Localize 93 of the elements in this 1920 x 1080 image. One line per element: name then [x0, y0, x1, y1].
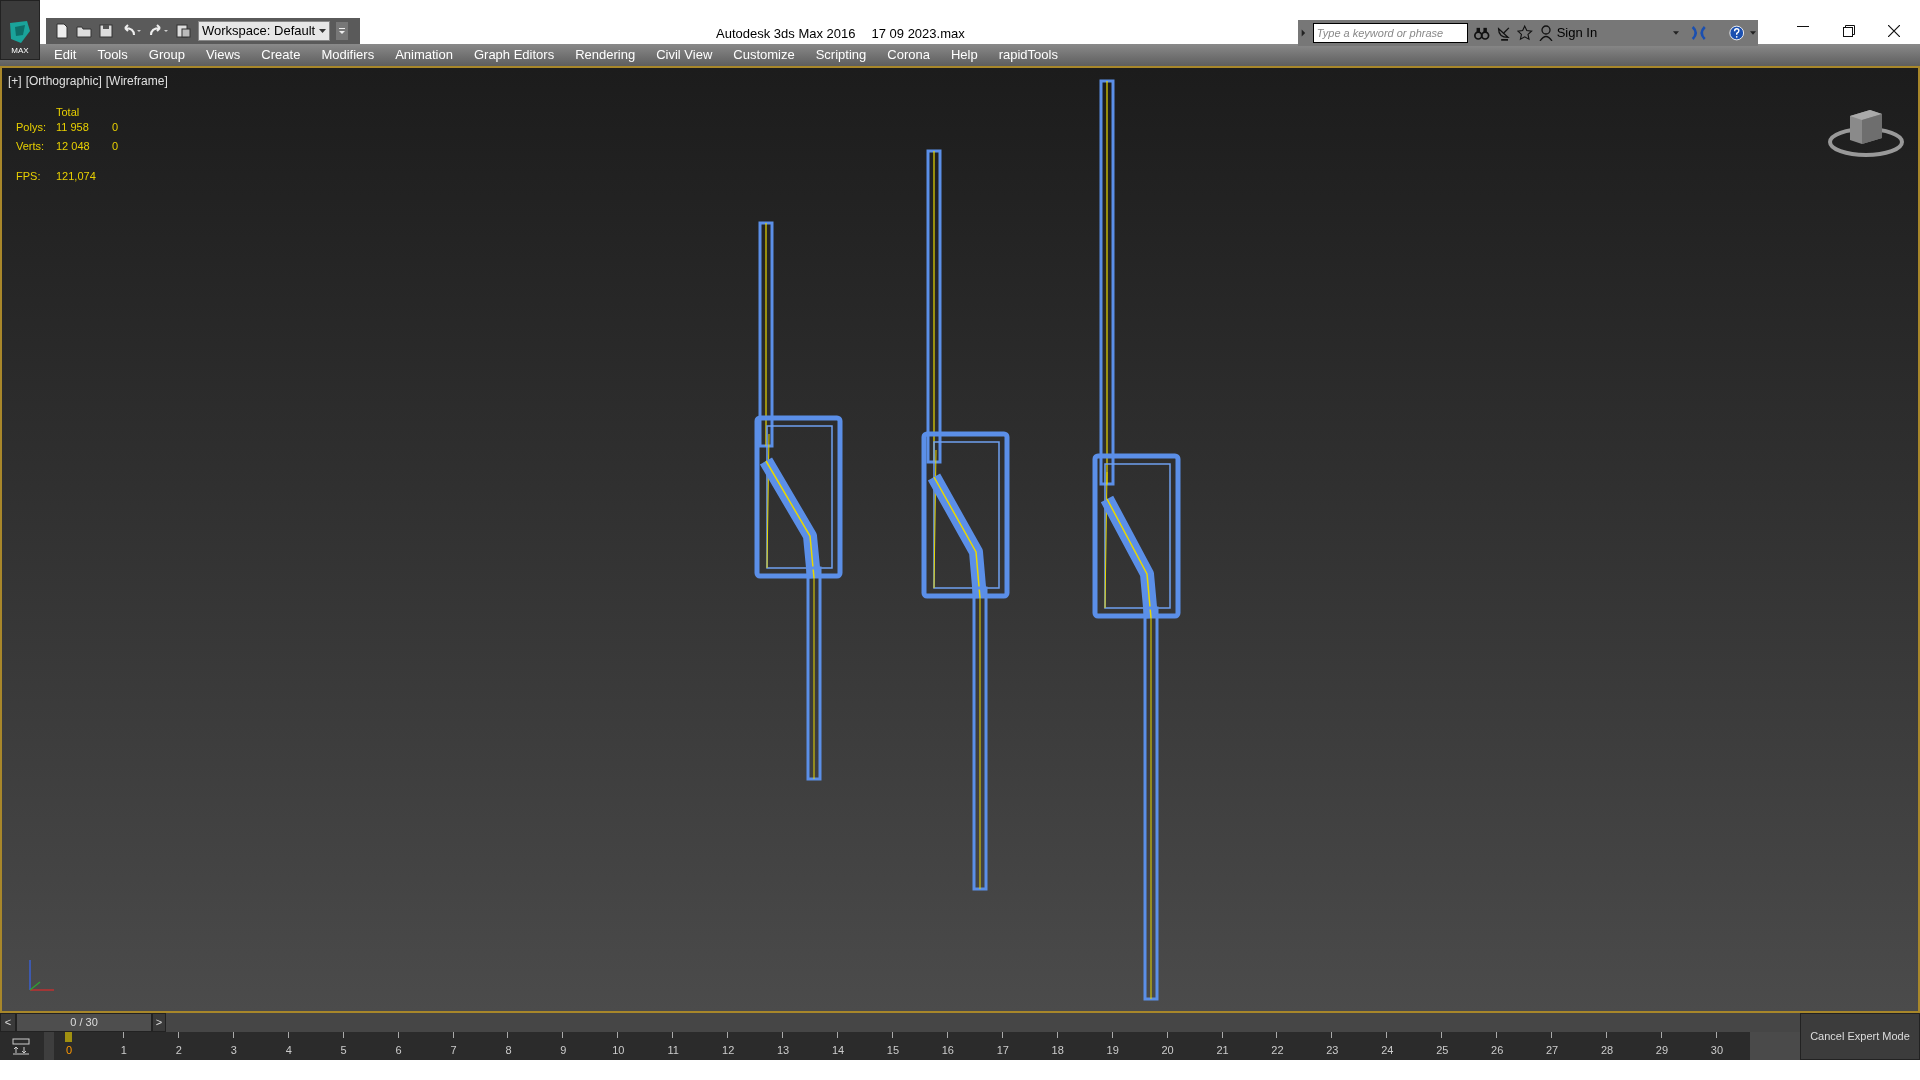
frame-number: 14	[831, 1043, 845, 1058]
minimize-icon[interactable]	[1797, 26, 1809, 28]
frame-number: 30	[1710, 1043, 1723, 1058]
menu-item[interactable]: Group	[148, 45, 185, 65]
stat-label: Polys:	[16, 120, 47, 135]
window-title: Autodesk 3ds Max 2016	[716, 25, 856, 43]
dropdown-arrow-icon[interactable]	[1673, 31, 1680, 35]
cancel-expert-mode-button[interactable]: Cancel Expert Mode	[1800, 1013, 1920, 1060]
frame-number: 28	[1600, 1043, 1614, 1058]
stat-label: FPS:	[16, 169, 42, 184]
frame-number: 11	[667, 1043, 679, 1058]
menu-item[interactable]: Graph Editors	[473, 45, 555, 65]
logo-icon	[7, 19, 33, 45]
frame-number: 26	[1491, 1043, 1504, 1058]
next-frame-button[interactable]: >	[152, 1013, 166, 1032]
menu-item[interactable]: Help	[950, 45, 978, 65]
search-field[interactable]: Type a keyword or phrase	[1312, 23, 1469, 43]
frame-number: 21	[1216, 1043, 1229, 1058]
stat-value: 0	[112, 138, 119, 154]
frame-number: 22	[1271, 1043, 1284, 1058]
frame-number: 23	[1326, 1043, 1339, 1058]
frame-number: 16	[941, 1043, 954, 1058]
viewport-label[interactable]: [+]	[8, 72, 22, 90]
project-folder-icon[interactable]	[176, 23, 192, 39]
menu-item[interactable]: rapidTools	[998, 45, 1058, 65]
frame-number: 25	[1436, 1043, 1449, 1058]
user-icon	[1538, 25, 1553, 41]
expand-arrow-icon[interactable]	[1300, 28, 1307, 38]
satellite-dish-icon[interactable]	[1495, 24, 1512, 42]
restore-icon[interactable]	[1843, 25, 1855, 37]
current-frame-marker[interactable]	[65, 1032, 72, 1042]
wireframe-object[interactable]	[921, 149, 1010, 891]
dropdown-arrow-icon[interactable]	[1750, 31, 1756, 35]
frame-number: 10	[612, 1043, 625, 1058]
app-button-label: MAX	[11, 47, 29, 55]
stat-value: 12 048	[56, 138, 91, 154]
key-filter-icon[interactable]	[12, 1037, 30, 1055]
help-icon[interactable]	[1728, 24, 1744, 42]
star-icon[interactable]	[1517, 24, 1533, 42]
frame-number: 7	[450, 1043, 457, 1058]
save-icon[interactable]	[98, 23, 114, 39]
frame-number: 3	[230, 1043, 237, 1058]
menu-item[interactable]: Corona	[887, 45, 930, 65]
menu-item[interactable]: Edit	[54, 45, 77, 65]
frame-number: 5	[340, 1043, 347, 1058]
menu-item[interactable]: Scripting	[815, 45, 867, 65]
menu-item[interactable]: Modifiers	[321, 45, 375, 65]
stat-label: Verts:	[16, 138, 46, 154]
menu-item[interactable]: Create	[261, 45, 301, 65]
sign-in-button[interactable]: Sign In	[1538, 23, 1598, 43]
frame-number: 17	[996, 1043, 1009, 1058]
stat-value: 121,074	[56, 169, 96, 184]
time-slider-thumb[interactable]: 0 / 30	[16, 1013, 152, 1032]
frame-number: 24	[1381, 1043, 1394, 1058]
frame-number: 20	[1161, 1043, 1174, 1058]
frame-number: 8	[505, 1043, 512, 1058]
frame-number: 0	[65, 1043, 73, 1058]
viewport-label[interactable]: [Wireframe]	[105, 72, 168, 90]
workspace-dropdown[interactable]: Workspace: Default	[198, 21, 330, 41]
customize-toolbar-icon[interactable]	[336, 22, 348, 40]
file-name: 17 09 2023.max	[871, 25, 965, 43]
frame-number: 29	[1655, 1043, 1669, 1058]
stats-header: Total	[56, 105, 80, 120]
frame-number: 19	[1106, 1043, 1119, 1058]
frame-number: 4	[285, 1043, 292, 1058]
frame-number: 18	[1051, 1043, 1064, 1058]
wireframe-object[interactable]	[754, 221, 843, 781]
open-folder-icon[interactable]	[76, 23, 92, 39]
menu-item[interactable]: Rendering	[575, 45, 636, 65]
new-file-icon[interactable]	[54, 23, 70, 39]
stat-value: 11 958	[56, 120, 90, 135]
frame-number: 2	[175, 1043, 182, 1058]
menu-item[interactable]: Tools	[97, 45, 128, 65]
frame-number: 27	[1546, 1043, 1559, 1058]
menu-item[interactable]: Customize	[733, 45, 795, 65]
close-icon[interactable]	[1888, 25, 1900, 37]
menu-item[interactable]: Animation	[395, 45, 453, 65]
stat-value: 0	[112, 120, 119, 135]
binoculars-icon[interactable]	[1474, 25, 1490, 41]
menu-item[interactable]: Civil View	[656, 45, 713, 65]
frame-number: 15	[886, 1043, 900, 1058]
dropdown-arrow-icon	[319, 29, 326, 33]
frame-number: 1	[120, 1043, 127, 1058]
previous-frame-button[interactable]: <	[0, 1013, 16, 1032]
viewport[interactable]: [+] [Orthographic] [Wireframe] Total Polys: 11 958 0 Verts: 12 048 0 FPS: 121,074	[0, 66, 1920, 1013]
frame-number: 12	[722, 1043, 735, 1058]
wireframe-object[interactable]	[1092, 79, 1181, 1001]
frame-number: 6	[395, 1043, 402, 1058]
frame-number: 13	[776, 1043, 790, 1058]
viewport-label[interactable]: [Orthographic]	[25, 72, 102, 90]
app-button[interactable]: MAX	[0, 0, 40, 60]
menu-item[interactable]: Views	[205, 45, 241, 65]
frame-number: 9	[560, 1043, 567, 1058]
